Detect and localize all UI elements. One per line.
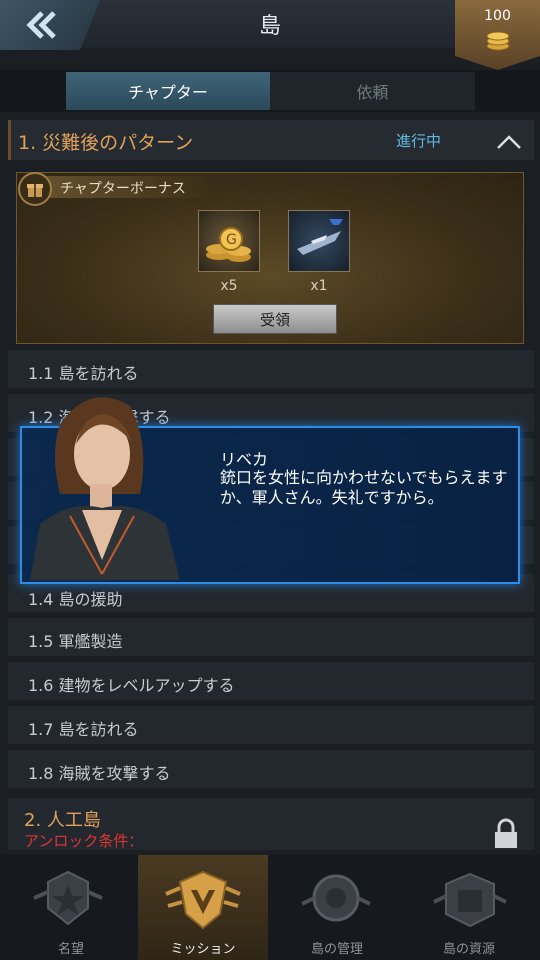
chapter-status: 進行中 (396, 132, 442, 150)
speaker-name: リベカ (220, 450, 269, 469)
nav-label-active[interactable]: ミッション (138, 938, 268, 957)
tab-chapter[interactable]: チャプター (66, 72, 270, 110)
chapter-title: 2. 人工島 (24, 810, 101, 831)
reward-quantity: x5 (220, 278, 238, 294)
mission-item-label: 1.6 建物をレベルアップする (28, 676, 235, 695)
collapse-chevron-icon[interactable] (496, 134, 522, 154)
mission-item-label: 1.1 島を訪れる (28, 364, 139, 383)
page-title: 島 (258, 14, 281, 39)
mission-item-label: 1.8 海賊を攻撃する (28, 764, 171, 783)
reward-quantity: x1 (310, 278, 328, 294)
reward-gold-coins[interactable]: G (198, 210, 260, 272)
bonus-label: チャプターボーナス (60, 181, 186, 197)
unlock-condition: アンロック条件： (24, 832, 144, 850)
gold-coins-icon (486, 31, 509, 51)
lock-icon (490, 818, 522, 854)
gold-coins-icon: G (206, 227, 251, 262)
mission-item-label: 1.7 島を訪れる (28, 720, 139, 739)
svg-text:G: G (226, 232, 237, 248)
warship-icon (297, 219, 343, 255)
claim-button[interactable]: 受領 (213, 304, 337, 334)
nav-label[interactable]: 名望 (6, 938, 136, 957)
currency-box[interactable]: 100 (455, 0, 540, 70)
mission-icon[interactable] (164, 868, 242, 938)
character-portrait (20, 384, 200, 580)
island-resources-icon[interactable] (432, 868, 508, 938)
nav-label[interactable]: 島の管理 (272, 938, 402, 957)
mission-item-label: 1.5 軍艦製造 (28, 632, 123, 651)
chapter-title: 1. 災難後のパターン (18, 132, 194, 154)
gift-icon (18, 172, 52, 206)
mission-item-label: 1.4 島の援助 (28, 590, 123, 609)
coin-count: 100 (484, 8, 511, 24)
back-arrow-icon (26, 11, 56, 39)
reward-warship[interactable] (288, 210, 350, 272)
dialog-text: 銃口を女性に向かわせないでもらえますか、軍人さん。失礼ですから。 (220, 468, 508, 507)
tab-request[interactable]: 依頼 (270, 72, 475, 110)
reputation-icon[interactable] (30, 868, 106, 938)
nav-label[interactable]: 島の資源 (404, 938, 534, 957)
island-management-icon[interactable] (298, 868, 374, 938)
